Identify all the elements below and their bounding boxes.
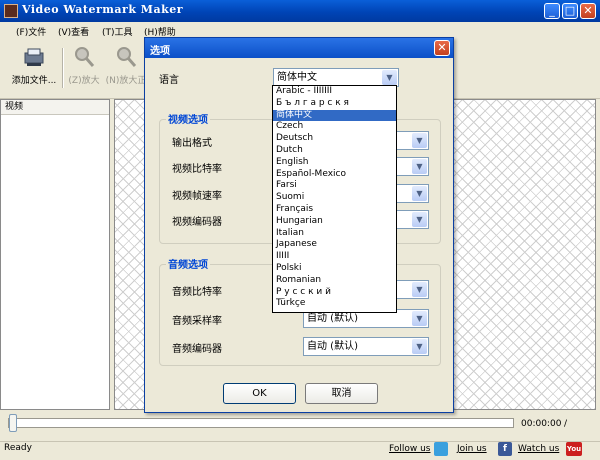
language-option[interactable]: Español-Mexico xyxy=(273,169,396,181)
time-current: 00:00:00 xyxy=(521,419,562,429)
menu-tools[interactable]: (T)工具 xyxy=(102,25,133,38)
add-file-label: 添加文件... xyxy=(11,76,57,86)
watch-us-link[interactable]: Watch us xyxy=(518,444,559,454)
join-us-link[interactable]: Join us xyxy=(457,444,487,454)
language-label: 语言 xyxy=(159,75,179,86)
language-option[interactable]: Czech xyxy=(273,121,396,133)
dialog-close-button[interactable]: ✕ xyxy=(434,40,450,56)
cancel-button[interactable]: 取消 xyxy=(305,383,378,404)
language-dropdown-list[interactable]: Arabic - IIIIIII Б ъ л г а р с к я 简体中文 Cze… xyxy=(272,85,397,313)
language-option[interactable]: Hungarian xyxy=(273,216,396,228)
zoom-fit-button[interactable]: (N)放大正 xyxy=(104,45,148,86)
chevron-down-icon: ▼ xyxy=(412,212,427,227)
zoom-in-button[interactable]: (Z)放大 xyxy=(66,45,102,86)
status-text: Ready xyxy=(4,443,32,453)
language-option[interactable]: Türkçe xyxy=(273,298,396,310)
chevron-down-icon: ▼ xyxy=(382,70,397,85)
language-option[interactable]: Dutch xyxy=(273,145,396,157)
dialog-titlebar: 选项 ✕ xyxy=(145,38,453,58)
window-title: Video Watermark Maker xyxy=(22,3,184,16)
window-titlebar: Video Watermark Maker _ □ ✕ xyxy=(0,0,600,22)
chevron-down-icon: ▼ xyxy=(412,159,427,174)
language-option[interactable]: Romanian xyxy=(273,275,396,287)
video-bitrate-label: 视频比特率 xyxy=(172,164,222,175)
video-encoder-label: 视频编码器 xyxy=(172,217,222,228)
audio-samplerate-value: 自动 (默认) xyxy=(307,313,358,324)
video-list-panel[interactable]: 视频 xyxy=(0,99,110,410)
toolbar-separator xyxy=(62,48,64,88)
language-option[interactable]: Français xyxy=(273,204,396,216)
app-icon xyxy=(4,4,18,18)
zoom-in-icon xyxy=(72,45,96,69)
minimize-button[interactable]: _ xyxy=(544,3,560,19)
video-list-header: 视频 xyxy=(1,100,109,115)
audio-encoder-label: 音频编码器 xyxy=(172,344,222,355)
language-option[interactable]: Polski xyxy=(273,263,396,275)
language-option[interactable]: Japanese xyxy=(273,239,396,251)
language-option[interactable]: Farsi xyxy=(273,180,396,192)
zoom-fit-icon xyxy=(114,45,138,69)
twitter-icon[interactable] xyxy=(434,442,448,456)
language-option[interactable]: Italian xyxy=(273,228,396,240)
chevron-down-icon: ▼ xyxy=(412,311,427,326)
add-file-icon xyxy=(22,45,46,69)
language-option[interactable]: Suomi xyxy=(273,192,396,204)
close-button[interactable]: ✕ xyxy=(580,3,596,19)
audio-encoder-select[interactable]: 自动 (默认) ▼ xyxy=(303,337,429,356)
video-framerate-label: 视频帧速率 xyxy=(172,191,222,202)
audio-samplerate-label: 音频采样率 xyxy=(172,316,222,327)
maximize-button[interactable]: □ xyxy=(562,3,578,19)
video-options-title: 视频选项 xyxy=(166,111,210,126)
youtube-icon[interactable]: You xyxy=(566,442,582,456)
dialog-title: 选项 xyxy=(150,46,170,57)
facebook-icon[interactable]: f xyxy=(498,442,512,456)
language-option[interactable]: Б ъ л г а р с к я xyxy=(273,98,396,110)
audio-bitrate-label: 音频比特率 xyxy=(172,287,222,298)
language-option[interactable]: 简体中文 xyxy=(273,109,396,122)
language-option[interactable]: Arabic - IIIIIII xyxy=(273,86,396,98)
menu-file[interactable]: (F)文件 xyxy=(16,25,46,38)
menu-view[interactable]: (V)查看 xyxy=(58,25,89,38)
follow-us-link[interactable]: Follow us xyxy=(389,444,430,454)
add-file-button[interactable]: 添加文件... xyxy=(10,45,58,86)
chevron-down-icon: ▼ xyxy=(412,133,427,148)
seek-thumb[interactable] xyxy=(9,414,17,432)
language-option[interactable]: Deutsch xyxy=(273,133,396,145)
chevron-down-icon: ▼ xyxy=(412,339,427,354)
language-option[interactable]: IIIII xyxy=(273,251,396,263)
chevron-down-icon: ▼ xyxy=(412,282,427,297)
time-separator: / xyxy=(564,419,568,429)
seek-bar[interactable] xyxy=(8,418,514,428)
zoom-in-label: (Z)放大 xyxy=(68,76,100,86)
language-option[interactable]: Р у с с к и й xyxy=(273,287,396,299)
zoom-fit-label: (N)放大正 xyxy=(105,76,147,86)
language-option[interactable]: English xyxy=(273,157,396,169)
output-format-label: 输出格式 xyxy=(172,138,212,149)
audio-encoder-value: 自动 (默认) xyxy=(307,341,358,352)
audio-options-title: 音频选项 xyxy=(166,256,210,271)
chevron-down-icon: ▼ xyxy=(412,186,427,201)
ok-button[interactable]: OK xyxy=(223,383,296,404)
language-select-value: 简体中文 xyxy=(277,72,317,83)
